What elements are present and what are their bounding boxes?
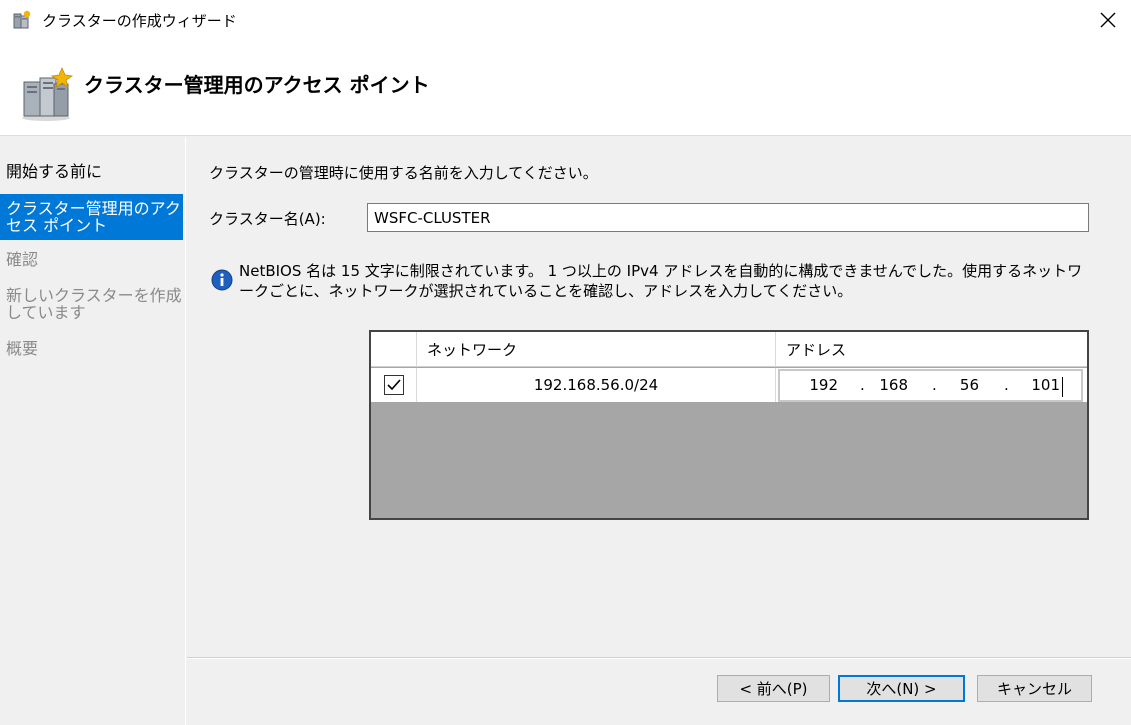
cluster-wizard-icon <box>12 10 32 30</box>
ip-octet-2[interactable]: 168 <box>868 376 908 394</box>
header-checkbox-column <box>371 332 417 367</box>
wizard-header: クラスター管理用のアクセス ポイント <box>0 44 1131 136</box>
title-bar: クラスターの作成ウィザード <box>0 0 1131 44</box>
step-confirm: 確認 <box>6 250 39 269</box>
netbios-info-message: NetBIOS 名は 15 文字に制限されています。 1 つ以上の IPv4 ア… <box>239 262 1083 300</box>
cluster-server-icon <box>18 66 74 122</box>
window-title: クラスターの作成ウィザード <box>42 12 237 30</box>
main-content: クラスターの管理時に使用する名前を入力してください。 クラスター名(A): Ne… <box>187 137 1131 657</box>
ip-dot: . <box>860 376 865 394</box>
back-button[interactable]: < 前へ(P) <box>717 675 830 702</box>
footer-separator <box>187 657 1131 659</box>
info-icon <box>211 269 233 291</box>
close-button[interactable] <box>1085 0 1131 40</box>
row-check-cell <box>371 368 417 402</box>
ip-octet-1[interactable]: 192 <box>798 376 838 394</box>
step-creating-cluster: 新しいクラスターを作成しています <box>6 286 182 322</box>
cancel-button[interactable]: キャンセル <box>977 675 1092 702</box>
cluster-name-input[interactable] <box>367 203 1089 232</box>
ip-dot: . <box>932 376 937 394</box>
next-button[interactable]: 次へ(N) > <box>838 675 965 702</box>
step-access-point: クラスター管理用のアクセス ポイント <box>0 194 183 240</box>
column-header-network[interactable]: ネットワーク <box>417 332 776 367</box>
network-address-grid: ネットワーク アドレス 192.168.56.0/24 192 . 168 . … <box>369 330 1089 520</box>
wizard-steps-sidebar: 開始する前に クラスター管理用のアクセス ポイント 確認 新しいクラスターを作成… <box>0 137 186 725</box>
network-checkbox[interactable] <box>384 375 404 395</box>
network-cell: 192.168.56.0/24 <box>417 368 776 402</box>
column-header-address[interactable]: アドレス <box>776 332 1087 367</box>
ip-address-input[interactable]: 192 . 168 . 56 . 101 <box>778 369 1083 402</box>
text-caret <box>1062 377 1063 397</box>
ip-dot: . <box>1004 376 1009 394</box>
checkmark-icon <box>387 379 401 391</box>
ip-octet-4[interactable]: 101 <box>1020 376 1060 394</box>
step-summary: 概要 <box>6 339 39 358</box>
step-before-you-begin: 開始する前に <box>6 162 103 181</box>
ip-octet-3[interactable]: 56 <box>939 376 979 394</box>
table-row: 192.168.56.0/24 192 . 168 . 56 . 101 <box>371 368 1087 402</box>
instruction-text: クラスターの管理時に使用する名前を入力してください。 <box>209 164 598 182</box>
cluster-name-label: クラスター名(A): <box>209 210 326 228</box>
page-title: クラスター管理用のアクセス ポイント <box>84 73 430 97</box>
close-icon <box>1100 12 1116 28</box>
grid-header: ネットワーク アドレス <box>371 332 1087 367</box>
